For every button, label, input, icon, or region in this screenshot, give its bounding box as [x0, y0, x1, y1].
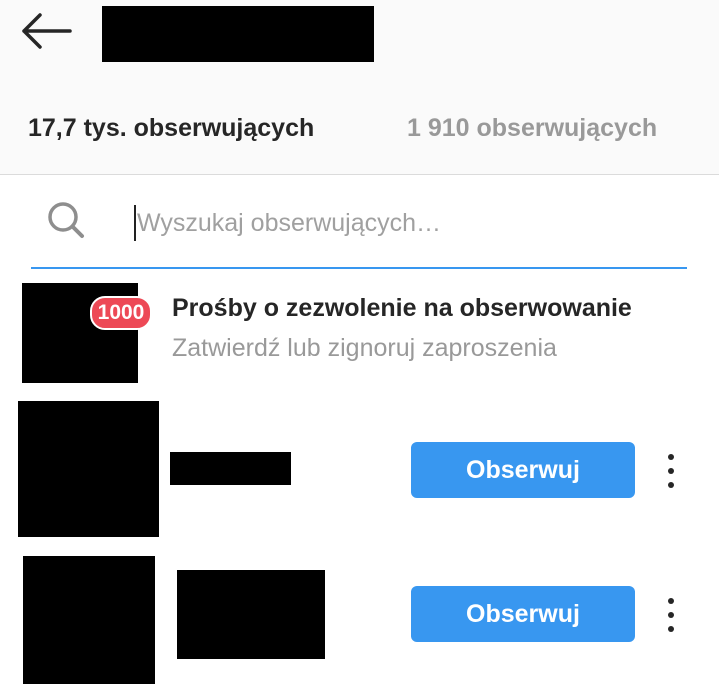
- tab-following[interactable]: 1 910 obserwujących: [407, 110, 657, 146]
- back-arrow-icon: [22, 13, 72, 49]
- back-button[interactable]: [20, 12, 72, 50]
- requests-title: Prośby o zezwolenie na obserwowanie: [172, 294, 632, 322]
- follow-requests-row[interactable]: 1000 Prośby o zezwolenie na obserwowanie…: [0, 282, 719, 384]
- more-vertical-icon[interactable]: [660, 596, 682, 636]
- requests-count-badge: 1000: [90, 296, 152, 330]
- username-redacted[interactable]: [177, 570, 325, 659]
- more-vertical-icon[interactable]: [660, 452, 682, 492]
- follow-button[interactable]: Obserwuj: [411, 442, 635, 498]
- follow-button[interactable]: Obserwuj: [411, 586, 635, 642]
- follower-row: Obserwuj: [0, 400, 719, 540]
- header-divider: [0, 174, 719, 175]
- requests-subtitle: Zatwierdź lub zignoruj zaproszenia: [172, 334, 557, 362]
- tab-followers[interactable]: 17,7 tys. obserwujących: [28, 110, 314, 146]
- search-underline: [31, 267, 687, 269]
- avatar-redacted[interactable]: [18, 401, 159, 537]
- profile-username-redacted: [102, 6, 374, 62]
- text-cursor: [134, 205, 136, 241]
- search-input[interactable]: [133, 204, 677, 242]
- username-redacted[interactable]: [170, 452, 291, 485]
- follower-row: Obserwuj: [0, 553, 719, 693]
- header: 17,7 tys. obserwujących 1 910 obserwując…: [0, 0, 719, 175]
- search-icon: [46, 200, 86, 240]
- avatar-redacted[interactable]: [23, 556, 155, 684]
